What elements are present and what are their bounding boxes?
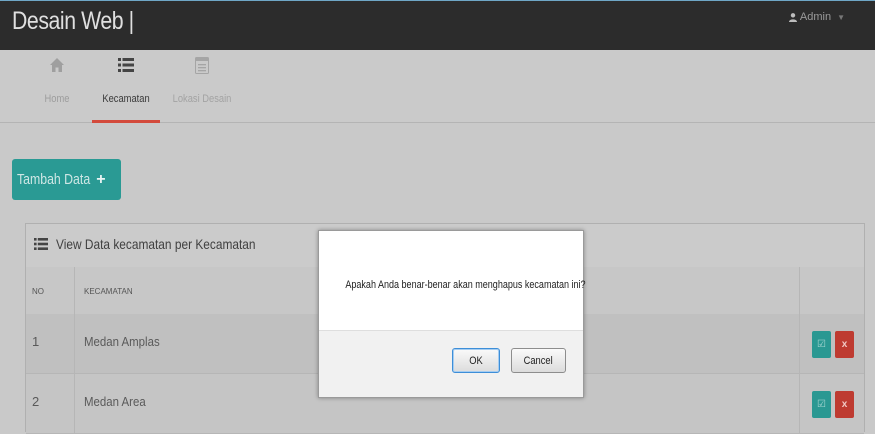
- add-data-button[interactable]: Tambah Data +: [12, 159, 121, 200]
- edit-button[interactable]: ☑: [812, 391, 831, 418]
- column-divider: [74, 267, 75, 433]
- row-kecamatan: Medan Amplas: [84, 334, 160, 349]
- user-name: Admin: [799, 11, 832, 23]
- row-kecamatan: Medan Area: [84, 394, 146, 409]
- edit-icon: ☑: [817, 399, 826, 410]
- brand-title[interactable]: Desain Web |: [12, 7, 134, 36]
- delete-button[interactable]: x: [835, 331, 854, 358]
- row-number: 2: [32, 394, 40, 409]
- dialog-message: Apakah Anda benar-benar akan menghapus k…: [319, 279, 586, 291]
- row-number: 1: [32, 334, 40, 349]
- ok-button-label: OK: [469, 354, 483, 367]
- dialog-footer: OK Cancel: [319, 330, 583, 397]
- nav-label-kecamatan: Kecamatan: [102, 93, 150, 105]
- cancel-button-label: Cancel: [523, 354, 554, 367]
- delete-icon: x: [841, 339, 848, 350]
- confirm-dialog: Apakah Anda benar-benar akan menghapus k…: [318, 230, 586, 398]
- ok-button[interactable]: OK: [452, 348, 500, 373]
- plus-icon: +: [96, 170, 106, 188]
- column-header-no: NO: [32, 287, 44, 296]
- edit-icon: ☑: [817, 339, 826, 350]
- add-data-label: Tambah Data: [17, 171, 91, 188]
- user-menu[interactable]: Admin ▼: [788, 11, 845, 23]
- chevron-down-icon: ▼: [837, 12, 845, 22]
- delete-button[interactable]: x: [835, 391, 854, 418]
- main-nav: Home Kecamatan Lokasi Desain: [0, 50, 875, 123]
- document-icon: [195, 57, 209, 74]
- home-icon: [50, 58, 64, 72]
- nav-item-lokasi-desain[interactable]: Lokasi Desain: [166, 50, 238, 123]
- delete-icon: x: [841, 399, 848, 410]
- edit-button[interactable]: ☑: [812, 331, 831, 358]
- dialog-message-text: Apakah Anda benar-benar akan menghapus k…: [345, 279, 586, 291]
- nav-label-lokasi-desain: Lokasi Desain: [172, 93, 232, 105]
- nav-label-home: Home: [44, 93, 70, 105]
- nav-item-home[interactable]: Home: [32, 50, 82, 123]
- list-icon: [34, 238, 48, 250]
- panel-title: View Data kecamatan per Kecamatan: [34, 236, 291, 252]
- user-icon: [788, 12, 797, 22]
- panel-title-text: View Data kecamatan per Kecamatan: [56, 236, 256, 252]
- column-header-kecamatan: KECAMATAN: [84, 287, 133, 296]
- top-navbar: Desain Web | Admin ▼: [0, 0, 875, 50]
- cancel-button[interactable]: Cancel: [511, 348, 566, 373]
- list-icon: [118, 58, 134, 72]
- column-divider: [799, 267, 800, 433]
- nav-item-kecamatan[interactable]: Kecamatan: [92, 50, 160, 123]
